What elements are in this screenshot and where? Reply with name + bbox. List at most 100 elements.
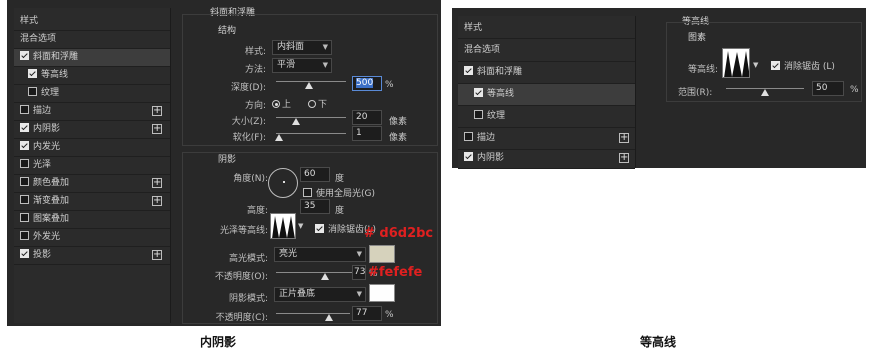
altitude-input[interactable]: 35 (300, 199, 330, 214)
style-item-inner-shadow[interactable]: 内阴影 + (458, 149, 635, 169)
shadow-opacity-thumb[interactable] (325, 314, 333, 321)
texture-checkbox[interactable] (28, 87, 37, 96)
style-item-drop-shadow[interactable]: 投影 + (14, 247, 170, 265)
shadow-mode-select[interactable]: 正片叠底 ▼ (274, 287, 366, 302)
direction-up-radio[interactable]: 上 (272, 97, 291, 110)
depth-label: 深度(D): (231, 83, 266, 93)
highlight-mode-label: 高光模式: (228, 254, 268, 264)
stroke-checkbox[interactable] (464, 132, 473, 141)
altitude-label: 高度: (246, 206, 268, 216)
add-inner-shadow-icon[interactable]: + (152, 124, 162, 134)
angle-dial[interactable] (268, 168, 298, 198)
blend-options-item[interactable]: 混合选项 (458, 40, 635, 62)
add-inner-shadow-icon[interactable]: + (619, 153, 629, 163)
style-item-inner-shadow[interactable]: 内阴影 + (14, 121, 170, 139)
gloss-contour-picker[interactable] (270, 213, 296, 239)
style-item-bevel[interactable]: 斜面和浮雕 (458, 62, 635, 84)
style-item-gradient-overlay[interactable]: 渐变叠加 + (14, 193, 170, 211)
checkbox-icon (303, 188, 312, 197)
style-item-contour[interactable]: 等高线 (458, 84, 635, 106)
contour-dropdown-arrow[interactable]: ▼ (753, 61, 758, 69)
contour-checkbox[interactable] (474, 88, 483, 97)
shadow-opacity-input[interactable]: 77 (352, 306, 382, 321)
drop-shadow-checkbox[interactable] (20, 249, 29, 258)
satin-checkbox[interactable] (20, 159, 29, 168)
global-light-checkbox[interactable]: 使用全局光(G) (303, 186, 375, 199)
angle-input[interactable]: 60 (300, 167, 330, 182)
chevron-down-icon: ▼ (356, 250, 362, 258)
style-select[interactable]: 内斜面 ▼ (272, 40, 332, 55)
shadow-color-swatch[interactable] (369, 284, 395, 302)
angle-dial-dot (283, 181, 285, 183)
style-item-stroke[interactable]: 描边 + (458, 128, 635, 150)
soften-slider[interactable] (276, 133, 346, 134)
size-slider[interactable] (276, 117, 346, 118)
style-item-pattern-overlay[interactable]: 图案叠加 (14, 211, 170, 229)
style-item-stroke[interactable]: 描边 + (14, 103, 170, 121)
highlight-opacity-input[interactable]: 73 (352, 265, 366, 280)
style-item-outer-glow[interactable]: 外发光 (14, 229, 170, 247)
method-select[interactable]: 平滑 ▼ (272, 58, 332, 73)
add-gradient-overlay-icon[interactable]: + (152, 196, 162, 206)
texture-checkbox[interactable] (474, 110, 483, 119)
checkbox-icon (315, 224, 324, 233)
add-stroke-icon[interactable]: + (619, 133, 629, 143)
highlight-color-annotation: # d6d2bc (364, 226, 434, 241)
angle-unit: 度 (335, 174, 345, 184)
style-item-contour[interactable]: 等高线 (14, 67, 170, 85)
gradient-overlay-checkbox[interactable] (20, 195, 29, 204)
style-item-color-overlay[interactable]: 颜色叠加 + (14, 175, 170, 193)
antialias-checkbox[interactable]: 消除锯齿 (L) (771, 59, 835, 72)
color-overlay-checkbox[interactable] (20, 177, 29, 186)
shadow-color-annotation: #fefefe (368, 265, 423, 280)
add-stroke-icon[interactable]: + (152, 106, 162, 116)
bevel-checkbox[interactable] (464, 66, 473, 75)
blend-options-item[interactable]: 混合选项 (14, 31, 170, 49)
soften-slider-thumb[interactable] (275, 134, 283, 141)
range-input[interactable]: 50 (812, 81, 844, 96)
highlight-opacity-label: 不透明度(O): (214, 272, 268, 282)
stroke-checkbox[interactable] (20, 105, 29, 114)
style-item-satin[interactable]: 光泽 (14, 157, 170, 175)
pattern-overlay-checkbox[interactable] (20, 213, 29, 222)
size-unit: 像素 (389, 117, 408, 127)
style-item-texture[interactable]: 纹理 (14, 85, 170, 103)
inner-shadow-checkbox[interactable] (464, 152, 473, 161)
style-item-bevel[interactable]: 斜面和浮雕 (14, 49, 170, 67)
contour-picker[interactable] (722, 48, 750, 78)
range-unit: % (850, 85, 859, 95)
range-label: 范围(R): (678, 88, 713, 98)
contour-dropdown-arrow[interactable]: ▼ (298, 222, 303, 230)
highlight-color-swatch[interactable] (369, 245, 395, 263)
right-styles-list: 样式 混合选项 斜面和浮雕 等高线 纹理 描边 + 内阴影 + (458, 16, 636, 169)
soften-unit: 像素 (389, 133, 408, 143)
angle-label: 角度(N): (233, 174, 268, 184)
soften-input[interactable]: 1 (352, 126, 382, 141)
structure-title: 结构 (218, 26, 237, 36)
highlight-opacity-thumb[interactable] (321, 273, 329, 280)
style-label: 样式: (244, 47, 266, 57)
outer-glow-checkbox[interactable] (20, 231, 29, 240)
range-slider-thumb[interactable] (761, 89, 769, 96)
add-color-overlay-icon[interactable]: + (152, 178, 162, 188)
altitude-unit: 度 (335, 206, 345, 216)
elements-title: 图素 (688, 33, 707, 43)
left-styles-list: 样式 混合选项 斜面和浮雕 等高线 纹理 描边 + 内阴影 + 内发光 光泽 颜色叠… (14, 8, 171, 323)
inner-glow-checkbox[interactable] (20, 141, 29, 150)
radio-off-icon (308, 100, 316, 108)
size-slider-thumb[interactable] (292, 118, 300, 125)
style-item-inner-glow[interactable]: 内发光 (14, 139, 170, 157)
depth-slider-thumb[interactable] (305, 82, 313, 89)
shadow-opacity-slider[interactable] (276, 313, 350, 314)
direction-down-radio[interactable]: 下 (308, 97, 327, 110)
style-item-texture[interactable]: 纹理 (458, 106, 635, 128)
method-label: 方法: (244, 65, 266, 75)
checkbox-icon (771, 61, 780, 70)
bevel-checkbox[interactable] (20, 51, 29, 60)
add-drop-shadow-icon[interactable]: + (152, 250, 162, 260)
inner-shadow-checkbox[interactable] (20, 123, 29, 132)
size-input[interactable]: 20 (352, 110, 382, 125)
highlight-mode-select[interactable]: 亮光 ▼ (274, 247, 366, 262)
contour-checkbox[interactable] (28, 69, 37, 78)
depth-input[interactable]: 500 (352, 76, 382, 91)
